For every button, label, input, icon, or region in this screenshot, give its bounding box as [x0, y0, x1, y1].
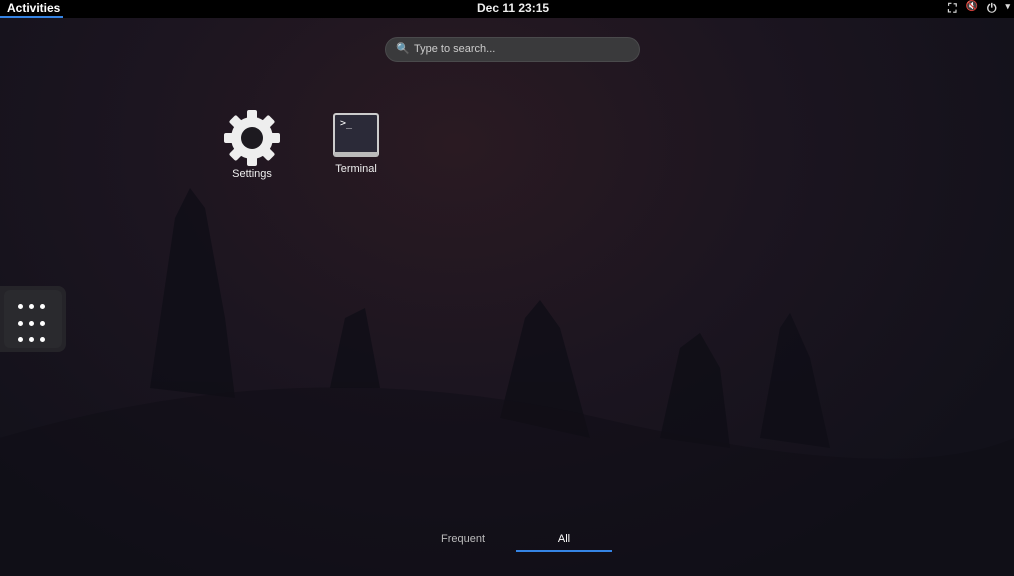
app-settings[interactable]: Settings — [212, 110, 292, 180]
wallpaper — [0, 188, 1014, 576]
search-placeholder: Type to search... — [414, 43, 496, 55]
gear-icon — [224, 110, 280, 166]
app-label: Terminal — [335, 163, 377, 175]
top-bar: Activities Dec 11 23:15 ⛶ 🔇 ⏻ ▾ — [0, 0, 1014, 18]
volume-muted-icon[interactable]: 🔇 — [966, 1, 978, 16]
chevron-down-icon[interactable]: ▾ — [1005, 1, 1010, 16]
search-icon: 🔍 — [396, 43, 410, 55]
network-icon[interactable]: ⛶ — [948, 1, 956, 16]
search-input[interactable]: 🔍 Type to search... — [385, 37, 640, 62]
app-label: Settings — [232, 168, 272, 180]
show-applications-button[interactable] — [4, 290, 62, 348]
system-tray[interactable]: ⛶ 🔇 ⏻ ▾ — [948, 1, 1010, 16]
app-terminal[interactable]: >_ Terminal — [316, 113, 396, 175]
app-view-tabs: Frequent All — [415, 533, 612, 552]
tab-frequent[interactable]: Frequent — [415, 533, 511, 552]
activities-button[interactable]: Activities — [0, 0, 63, 18]
clock[interactable]: Dec 11 23:15 — [477, 1, 549, 15]
terminal-icon: >_ — [333, 113, 379, 157]
tab-all[interactable]: All — [516, 533, 612, 552]
dash — [0, 286, 66, 352]
power-icon[interactable]: ⏻ — [987, 1, 997, 16]
